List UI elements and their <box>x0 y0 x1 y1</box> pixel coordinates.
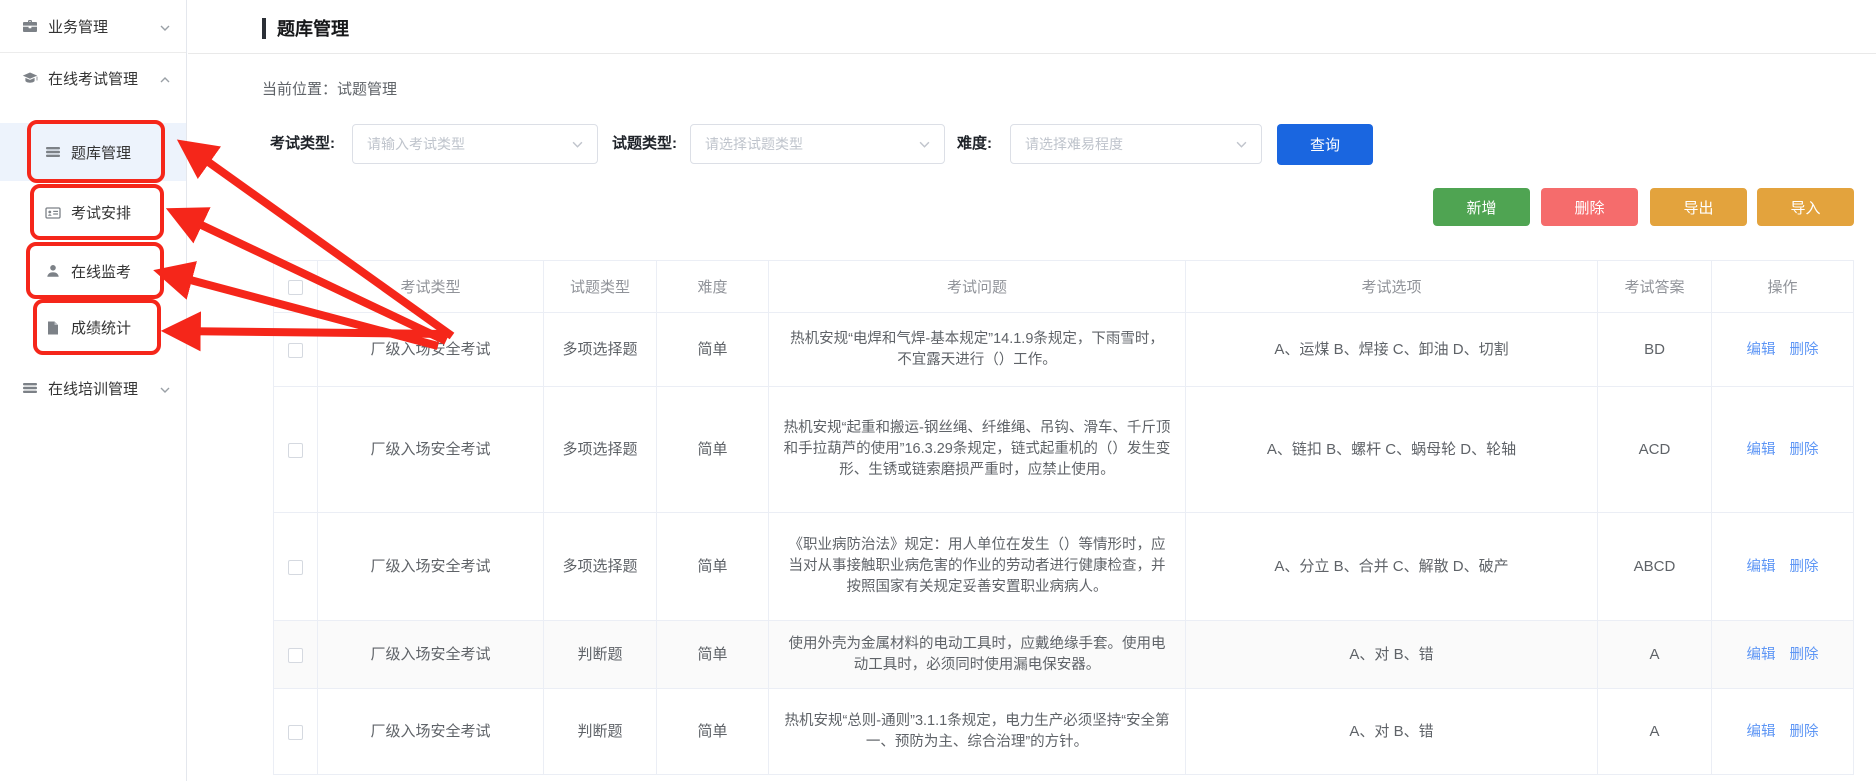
exam-type-label: 考试类型: <box>270 124 335 164</box>
chevron-down-icon <box>572 135 583 153</box>
sidebar-item-score-statistics[interactable]: 成绩统计 <box>0 302 186 353</box>
sidebar-item-online-exam-mgmt[interactable]: 在线考试管理 <box>0 53 186 103</box>
export-button[interactable]: 导出 <box>1650 188 1747 226</box>
briefcase-icon <box>22 18 38 34</box>
chevron-down-icon <box>1236 135 1247 153</box>
col-question: 考试问题 <box>769 261 1186 313</box>
sidebar-item-label: 在线培训管理 <box>48 378 138 399</box>
col-question-type: 试题类型 <box>544 261 657 313</box>
header-divider <box>188 53 1876 54</box>
difficulty-select[interactable]: 请选择难易程度 <box>1010 124 1262 164</box>
delete-link[interactable]: 删除 <box>1790 342 1819 358</box>
table-header-row: 考试类型 试题类型 难度 考试问题 考试选项 考试答案 操作 <box>274 261 1854 313</box>
chevron-down-icon <box>919 135 930 153</box>
edit-link[interactable]: 编辑 <box>1747 724 1776 740</box>
sidebar-item-exam-schedule[interactable]: 考试安排 <box>0 187 186 238</box>
chevron-down-icon <box>160 18 170 35</box>
col-options: 考试选项 <box>1186 261 1598 313</box>
sidebar-item-label: 业务管理 <box>48 16 108 37</box>
sidebar-item-question-bank[interactable]: 题库管理 <box>0 123 186 181</box>
difficulty-label: 难度: <box>957 124 992 164</box>
row-checkbox[interactable] <box>288 343 303 358</box>
delete-link[interactable]: 删除 <box>1790 559 1819 575</box>
page-title-block: 题库管理 <box>262 15 349 41</box>
user-icon <box>45 263 61 279</box>
exam-type-select[interactable]: 请输入考试类型 <box>352 124 598 164</box>
col-actions: 操作 <box>1712 261 1854 313</box>
sidebar: 业务管理 在线考试管理 题库管理 考试安排 在线监考 <box>0 0 187 781</box>
sidebar-item-label: 考试安排 <box>71 202 131 223</box>
edit-link[interactable]: 编辑 <box>1747 647 1776 663</box>
row-checkbox[interactable] <box>288 648 303 663</box>
exam-type-placeholder: 请输入考试类型 <box>367 134 572 154</box>
search-button[interactable]: 查询 <box>1277 124 1373 165</box>
breadcrumb: 当前位置：试题管理 <box>262 78 397 99</box>
table-row: 厂级入场安全考试 判断题 简单 热机安规“总则-通则”3.1.1条规定，电力生产… <box>274 689 1854 775</box>
row-checkbox[interactable] <box>288 443 303 458</box>
sidebar-item-online-proctoring[interactable]: 在线监考 <box>0 245 186 297</box>
delete-button[interactable]: 删除 <box>1541 188 1638 226</box>
table-row: 厂级入场安全考试 多项选择题 简单 热机安规“起重和搬运-钢丝绳、纤维绳、吊钩、… <box>274 387 1854 513</box>
question-type-label: 试题类型: <box>612 124 677 164</box>
question-type-placeholder: 请选择试题类型 <box>705 134 919 154</box>
delete-link[interactable]: 删除 <box>1790 647 1819 663</box>
id-card-icon <box>45 205 61 221</box>
title-accent-bar <box>262 18 266 39</box>
delete-link[interactable]: 删除 <box>1790 442 1819 458</box>
import-button[interactable]: 导入 <box>1757 188 1854 226</box>
sidebar-item-label: 成绩统计 <box>71 317 131 338</box>
list-icon <box>45 144 61 160</box>
edit-link[interactable]: 编辑 <box>1747 559 1776 575</box>
delete-link[interactable]: 删除 <box>1790 724 1819 740</box>
col-exam-type: 考试类型 <box>318 261 544 313</box>
sidebar-item-online-training-mgmt[interactable]: 在线培训管理 <box>0 363 186 413</box>
row-checkbox[interactable] <box>288 560 303 575</box>
question-type-select[interactable]: 请选择试题类型 <box>690 124 945 164</box>
table-row: 厂级入场安全考试 判断题 简单 使用外壳为金属材料的电动工具时，应戴绝缘手套。使… <box>274 621 1854 689</box>
select-all-checkbox[interactable] <box>288 280 303 295</box>
chevron-down-icon <box>160 380 170 397</box>
col-difficulty: 难度 <box>657 261 769 313</box>
table-row: 厂级入场安全考试 多项选择题 简单 《职业病防治法》规定：用人单位在发生（）等情… <box>274 513 1854 621</box>
sidebar-item-label: 题库管理 <box>71 142 131 163</box>
edit-link[interactable]: 编辑 <box>1747 442 1776 458</box>
menu-icon <box>22 380 38 396</box>
sidebar-item-label: 在线考试管理 <box>48 68 138 89</box>
chevron-up-icon <box>160 70 170 87</box>
edit-link[interactable]: 编辑 <box>1747 342 1776 358</box>
add-button[interactable]: 新增 <box>1433 188 1530 226</box>
sidebar-item-label: 在线监考 <box>71 261 131 282</box>
graduation-cap-icon <box>22 70 38 86</box>
sidebar-item-business-mgmt[interactable]: 业务管理 <box>0 0 186 52</box>
question-table: 考试类型 试题类型 难度 考试问题 考试选项 考试答案 操作 厂级入场安全考试 … <box>273 260 1854 775</box>
file-icon <box>45 320 61 336</box>
table-row: 厂级入场安全考试 多项选择题 简单 热机安规“电焊和气焊-基本规定”14.1.9… <box>274 313 1854 387</box>
row-checkbox[interactable] <box>288 725 303 740</box>
header-checkbox-cell <box>274 261 318 313</box>
col-answer: 考试答案 <box>1598 261 1712 313</box>
difficulty-placeholder: 请选择难易程度 <box>1025 134 1236 154</box>
page-title: 题库管理 <box>277 15 349 41</box>
